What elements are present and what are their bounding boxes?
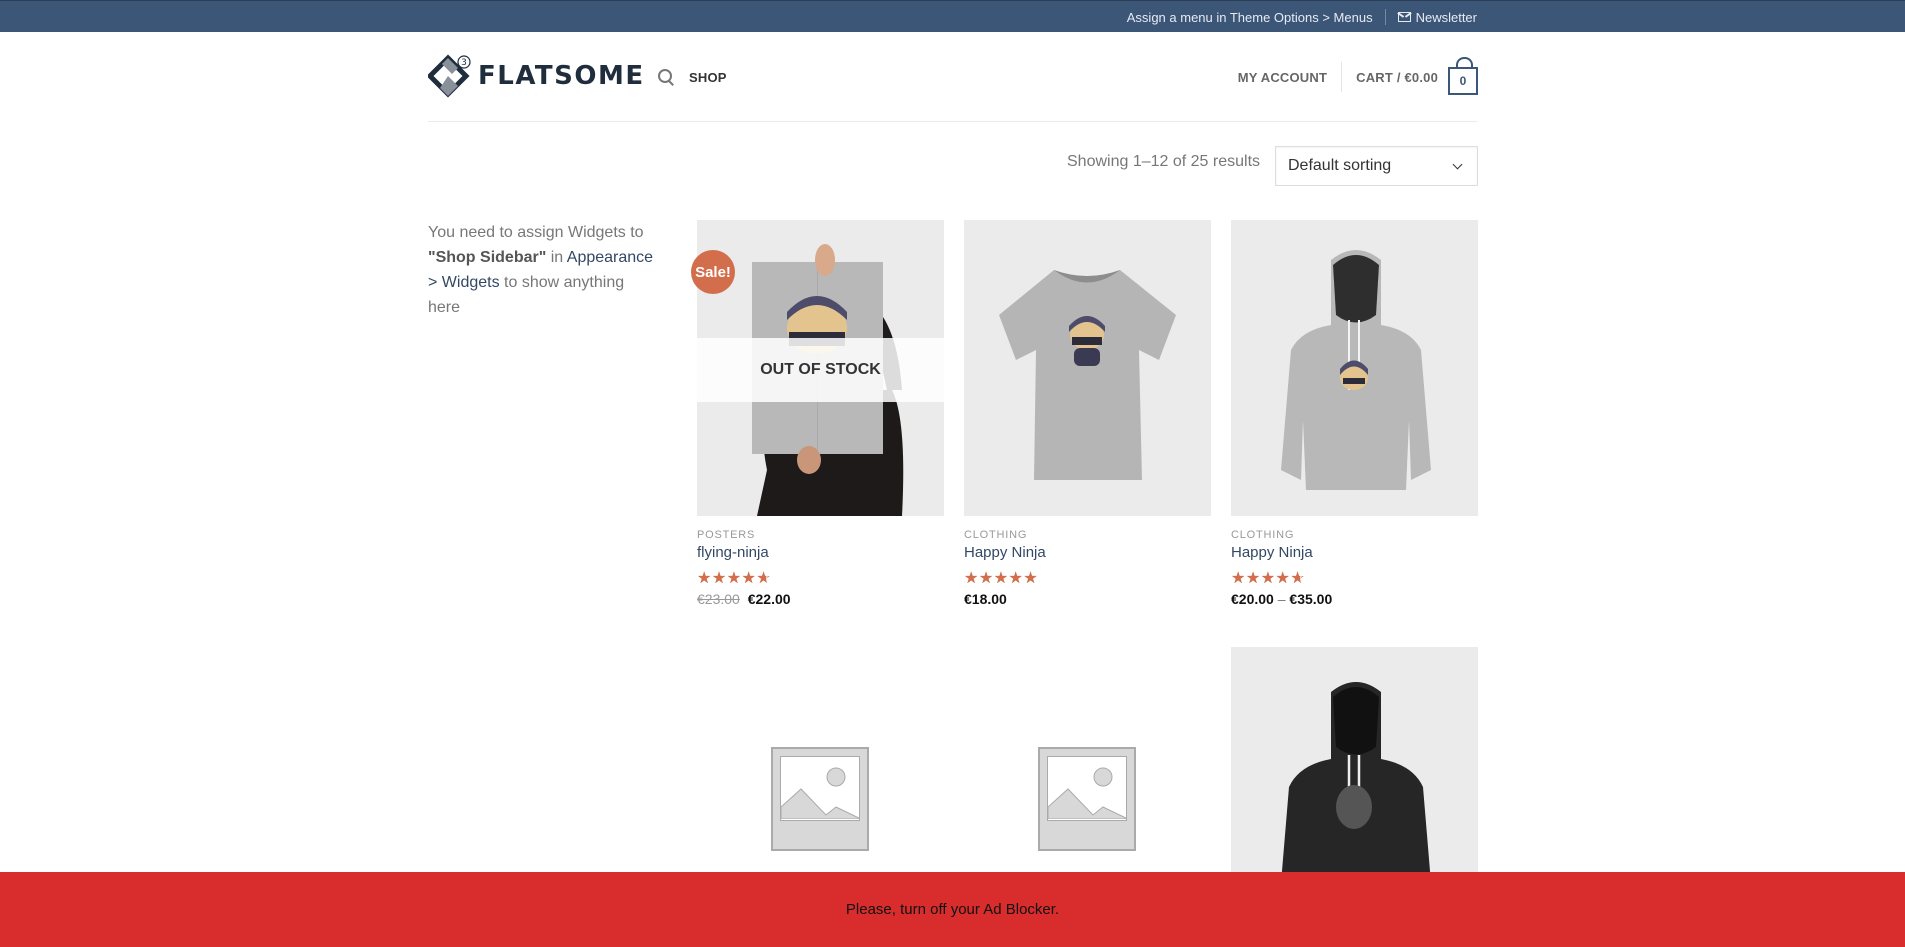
star-rating: ☆☆☆☆☆ ★★★★★: [964, 570, 1046, 588]
adblock-message: Please, turn off your Ad Blocker.: [845, 901, 1060, 918]
sidebar-text-in: in: [546, 249, 567, 266]
product-title[interactable]: Happy Ninja: [1231, 544, 1478, 561]
menu-notice: Assign a menu in Theme Options > Menus: [1126, 9, 1373, 25]
header-divider: [1341, 62, 1343, 92]
product-price: €18.00: [964, 591, 1211, 607]
product-category: CLOTHING: [1231, 529, 1295, 541]
sidebar-text: You need to assign Widgets to: [428, 224, 644, 241]
site-header: 3 FLATSOME SHOP MY ACCOUNT CART / €0.00 …: [428, 32, 1478, 122]
mountain-sun-graphic: [1048, 767, 1126, 820]
mountain-sun-graphic: [781, 767, 859, 820]
result-count: Showing 1–12 of 25 results: [1067, 153, 1261, 170]
product-image[interactable]: [1231, 220, 1478, 516]
sidebar-name: "Shop Sidebar": [428, 249, 547, 266]
price-max: €35.00: [1289, 591, 1333, 607]
sale-badge: Sale!: [691, 250, 735, 294]
shop-sidebar: You need to assign Widgets to "Shop Side…: [428, 220, 660, 320]
top-bar-divider: [1384, 9, 1386, 25]
product-title[interactable]: flying-ninja: [697, 544, 944, 561]
image-placeholder-icon: [771, 747, 869, 851]
product-price: €20.00 – €35.00: [1231, 591, 1478, 607]
top-bar: Assign a menu in Theme Options > Menus N…: [0, 0, 1905, 32]
price-separator: –: [1277, 591, 1286, 607]
price-min: €20.00: [1231, 591, 1274, 607]
newsletter-label: Newsletter: [1415, 9, 1477, 25]
newsletter-link[interactable]: Newsletter: [1397, 9, 1477, 25]
my-account-link[interactable]: MY ACCOUNT: [1238, 70, 1327, 85]
logo-badge: 3: [461, 58, 467, 68]
chevron-down-icon: [1452, 159, 1463, 169]
product-card: CLOTHING Happy Ninja ☆☆☆☆☆ ★★★★★ €20.00 …: [1231, 220, 1478, 607]
regular-price: €23.00: [697, 591, 740, 607]
product-image[interactable]: [964, 220, 1211, 516]
product-title[interactable]: Happy Ninja: [964, 544, 1211, 561]
product-card: CLOTHING Happy Ninja ☆☆☆☆☆ ★★★★★ €18.00: [964, 220, 1211, 607]
product-price: €23.00 €22.00: [697, 591, 944, 607]
tshirt-photo: [964, 220, 1211, 516]
sort-select[interactable]: Default sorting: [1275, 146, 1478, 186]
cart-count: 0: [1459, 74, 1467, 88]
cart-link[interactable]: CART / €0.00: [1356, 70, 1438, 85]
adblock-notice-bar: Please, turn off your Ad Blocker.: [0, 872, 1905, 947]
header-actions: MY ACCOUNT CART / €0.00 0: [1238, 32, 1478, 122]
product-category: POSTERS: [697, 529, 756, 541]
product-image[interactable]: OUT OF STOCK: [697, 220, 944, 516]
star-rating-fill: ★★★★★: [697, 570, 766, 587]
product-category: CLOTHING: [964, 529, 1028, 541]
star-rating: ☆☆☆☆☆ ★★★★★: [697, 570, 779, 588]
image-placeholder-icon: [1038, 747, 1136, 851]
star-rating: ☆☆☆☆☆ ★★★★★: [1231, 570, 1313, 588]
search-icon[interactable]: [657, 68, 675, 86]
site-logo[interactable]: 3 FLATSOME: [428, 54, 645, 98]
sort-selected-value: Default sorting: [1288, 157, 1392, 174]
logo-mark-icon: 3: [428, 54, 471, 98]
nav-shop[interactable]: SHOP: [689, 70, 727, 85]
cart-bag-icon[interactable]: 0: [1448, 57, 1478, 95]
envelope-icon: [1397, 12, 1411, 22]
star-rating-fill: ★★★★★: [964, 570, 1039, 587]
star-rating-fill: ★★★★★: [1231, 570, 1300, 587]
sale-price: €22.00: [747, 591, 791, 607]
hoodie-photo: [1231, 220, 1478, 516]
main-nav: SHOP: [657, 32, 727, 122]
price: €18.00: [964, 591, 1007, 607]
out-of-stock-overlay: OUT OF STOCK: [697, 338, 944, 402]
top-bar-nav: Assign a menu in Theme Options > Menus N…: [1127, 1, 1477, 33]
logo-text: FLATSOME: [478, 61, 645, 91]
